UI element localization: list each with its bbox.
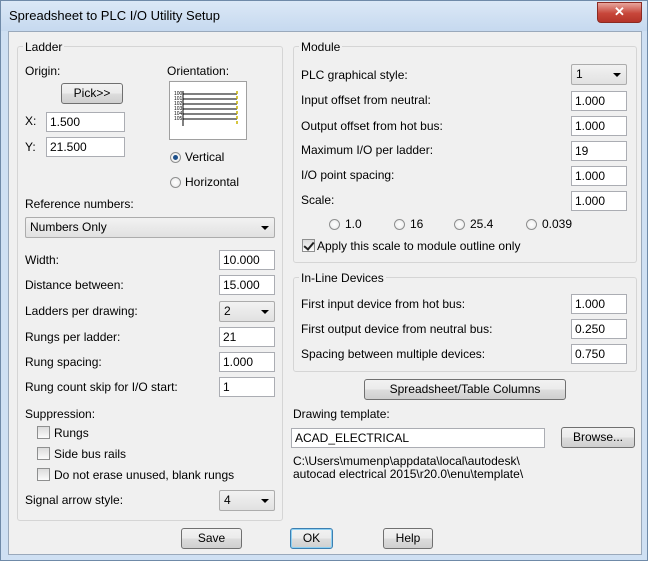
chevron-down-icon	[261, 310, 269, 314]
rung-spacing-input[interactable]: 1.000	[219, 352, 275, 372]
scale-option-1-label[interactable]: 1.0	[345, 217, 362, 231]
spreadsheet-columns-button[interactable]: Spreadsheet/Table Columns	[364, 379, 566, 400]
chevron-down-icon	[261, 499, 269, 503]
save-button[interactable]: Save	[181, 528, 242, 549]
scale-option-1-radio[interactable]	[329, 219, 340, 230]
orientation-horizontal-label[interactable]: Horizontal	[185, 175, 239, 189]
ok-button[interactable]: OK	[290, 528, 333, 549]
ladders-per-drawing-select[interactable]: 2	[219, 301, 275, 322]
pick-button[interactable]: Pick>>	[61, 83, 123, 104]
first-input-label: First input device from hot bus:	[301, 297, 466, 311]
dialog-window: Spreadsheet to PLC I/O Utility Setup ✕ L…	[0, 0, 648, 561]
template-path-line2: autocad electrical 2015\r20.0\enu\templa…	[293, 467, 524, 481]
signal-arrow-label: Signal arrow style:	[25, 493, 124, 507]
suppress-rungs-checkbox[interactable]	[37, 426, 50, 439]
no-erase-label[interactable]: Do not erase unused, blank rungs	[54, 468, 234, 482]
rungs-per-ladder-input[interactable]: 21	[219, 327, 275, 347]
input-offset-input[interactable]: 1.000	[571, 91, 627, 111]
distance-between-label: Distance between:	[25, 278, 124, 292]
title-bar[interactable]: Spreadsheet to PLC I/O Utility Setup ✕	[1, 1, 647, 31]
ladder-group-title: Ladder	[23, 40, 65, 54]
no-erase-checkbox[interactable]	[37, 468, 50, 481]
scale-option-3-label[interactable]: 25.4	[470, 217, 493, 231]
reference-numbers-label: Reference numbers:	[25, 197, 134, 211]
x-label: X:	[25, 114, 37, 128]
suppress-side-rails-checkbox[interactable]	[37, 447, 50, 460]
plc-style-label: PLC graphical style:	[301, 68, 408, 82]
orientation-preview: 100 101 102 103 104 105	[169, 81, 247, 140]
signal-arrow-select[interactable]: 4	[219, 490, 275, 511]
scale-label: Scale:	[301, 193, 335, 207]
help-button[interactable]: Help	[383, 528, 433, 549]
orientation-vertical-radio[interactable]	[170, 152, 181, 163]
scale-option-2-label[interactable]: 16	[410, 217, 423, 231]
output-offset-label: Output offset from hot bus:	[301, 119, 443, 133]
window-title: Spreadsheet to PLC I/O Utility Setup	[9, 8, 220, 23]
first-output-label: First output device from neutral bus:	[301, 322, 493, 336]
scale-option-2-radio[interactable]	[394, 219, 405, 230]
orientation-vertical-label[interactable]: Vertical	[185, 150, 224, 164]
suppression-label: Suppression:	[25, 407, 96, 421]
browse-button[interactable]: Browse...	[561, 427, 635, 448]
io-spacing-label: I/O point spacing:	[301, 168, 395, 182]
reference-numbers-select[interactable]: Numbers Only	[25, 217, 275, 238]
origin-x-input[interactable]: 1.500	[46, 112, 125, 132]
first-input-input[interactable]: 1.000	[571, 294, 627, 314]
drawing-template-input[interactable]: ACAD_ELECTRICAL	[291, 428, 545, 448]
origin-y-input[interactable]: 21.500	[46, 137, 125, 157]
orientation-label: Orientation:	[167, 64, 230, 78]
max-io-input[interactable]: 19	[571, 141, 627, 161]
svg-text:105: 105	[174, 116, 183, 122]
input-offset-label: Input offset from neutral:	[301, 93, 431, 107]
scale-option-4-radio[interactable]	[526, 219, 537, 230]
max-io-label: Maximum I/O per ladder:	[301, 143, 434, 157]
width-input[interactable]: 10.000	[219, 250, 275, 270]
ladders-per-drawing-label: Ladders per drawing:	[25, 304, 138, 318]
close-button[interactable]: ✕	[597, 2, 642, 23]
y-label: Y:	[25, 140, 36, 154]
chevron-down-icon	[613, 73, 621, 77]
apply-scale-checkbox[interactable]	[302, 239, 315, 252]
origin-label: Origin:	[25, 64, 61, 78]
distance-between-input[interactable]: 15.000	[219, 275, 275, 295]
template-path-line1: C:\Users\mumenp\appdata\local\autodesk\	[293, 454, 520, 468]
orientation-horizontal-radio[interactable]	[170, 177, 181, 188]
scale-option-4-label[interactable]: 0.039	[542, 217, 572, 231]
plc-style-select[interactable]: 1	[571, 64, 627, 85]
width-label: Width:	[25, 253, 60, 267]
module-group-title: Module	[299, 40, 343, 54]
device-spacing-input[interactable]: 0.750	[571, 344, 627, 364]
chevron-down-icon	[261, 226, 269, 230]
output-offset-input[interactable]: 1.000	[571, 116, 627, 136]
rungs-per-ladder-label: Rungs per ladder:	[25, 330, 121, 344]
inline-devices-group-title: In-Line Devices	[299, 271, 386, 285]
close-icon: ✕	[614, 4, 625, 19]
io-spacing-input[interactable]: 1.000	[571, 166, 627, 186]
device-spacing-label: Spacing between multiple devices:	[301, 347, 486, 361]
first-output-input[interactable]: 0.250	[571, 319, 627, 339]
suppress-side-rails-label[interactable]: Side bus rails	[54, 447, 126, 461]
drawing-template-label: Drawing template:	[293, 407, 390, 421]
apply-scale-label[interactable]: Apply this scale to module outline only	[317, 239, 520, 253]
dialog-client: Ladder Origin: Pick>> X: 1.500 Y: 21.500…	[8, 31, 642, 555]
rung-skip-label: Rung count skip for I/O start:	[25, 380, 178, 394]
ladder-preview-graphic: 100101102 103104105	[174, 91, 238, 126]
rung-spacing-label: Rung spacing:	[25, 355, 102, 369]
scale-option-3-radio[interactable]	[454, 219, 465, 230]
rung-skip-input[interactable]: 1	[219, 377, 275, 397]
scale-input[interactable]: 1.000	[571, 191, 627, 211]
suppress-rungs-label[interactable]: Rungs	[54, 426, 89, 440]
